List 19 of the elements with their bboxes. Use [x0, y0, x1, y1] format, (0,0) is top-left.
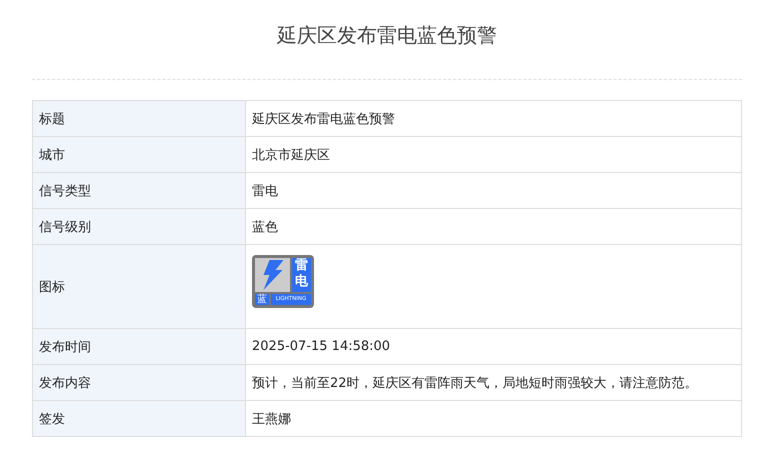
field-value: 延庆区发布雷电蓝色预警	[246, 100, 742, 136]
field-label: 信号级别	[32, 208, 246, 244]
field-label: 发布时间	[32, 328, 246, 364]
field-label: 签发	[32, 400, 246, 436]
lightning-bolt-icon	[255, 258, 290, 292]
field-label: 发布内容	[32, 364, 246, 400]
field-label: 图标	[32, 244, 246, 328]
signal-type-text: 雷电	[292, 258, 311, 292]
field-value: 蓝色	[246, 208, 742, 244]
field-label: 城市	[32, 136, 246, 172]
field-label: 标题	[32, 100, 246, 136]
field-value: 2025-07-15 14:58:00	[246, 328, 742, 364]
field-label: 信号类型	[32, 172, 246, 208]
signal-level-text: 蓝	[255, 294, 269, 305]
field-value: 北京市延庆区	[246, 136, 742, 172]
page-title: 延庆区发布雷电蓝色预警	[276, 22, 498, 49]
field-value: 雷电	[246, 172, 742, 208]
field-value: 预计，当前至22时，延庆区有雷阵雨天气，局地短时雨强较大，请注意防范。	[246, 364, 742, 400]
field-value: 王燕娜	[246, 400, 742, 436]
